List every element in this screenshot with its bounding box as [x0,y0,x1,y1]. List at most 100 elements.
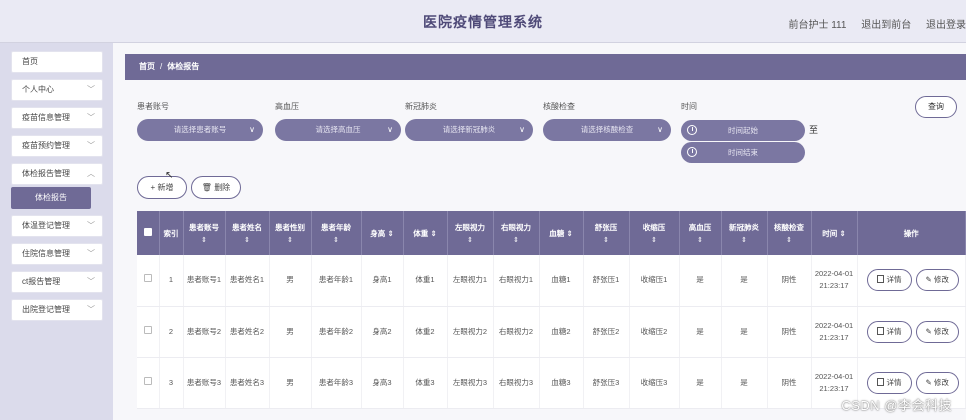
column-header[interactable]: 患者性别 ⇕ [269,211,312,255]
sidebar-item-label: 个人中心 [22,85,54,94]
cell-weight: 体重3 [403,357,448,409]
checkbox-icon [143,376,152,385]
cell-account: 患者账号1 [183,255,226,307]
cell-covid: 是 [721,306,768,358]
sidebar-item-home[interactable]: 首页 [11,51,103,73]
sort-icon[interactable]: ⇕ [770,236,809,244]
sort-icon[interactable]: ⇕ [430,229,436,238]
column-header: 索引 [159,211,184,255]
cell-right-eye: 右眼视力3 [493,357,540,409]
table-header-row: 索引 患者账号 ⇕ 患者姓名 ⇕ 患者性别 ⇕ 患者年龄 ⇕ 身高 ⇕ 体重 ⇕ 左眼视… [137,211,966,255]
breadcrumb-home[interactable]: 首页 [139,62,155,71]
row-checkbox[interactable] [137,306,160,358]
cell-diastolic: 舒张压1 [583,255,630,307]
chevron-down-icon: ﹀ [87,305,95,314]
sort-icon[interactable]: ⇕ [228,236,267,244]
column-header[interactable]: 患者账号 ⇕ [183,211,226,255]
column-header[interactable]: 右眼视力 ⇕ [493,211,540,255]
clock-icon [687,147,697,157]
edit-icon: ✎ [925,275,932,285]
chevron-down-icon: ﹀ [87,249,95,258]
select-placeholder: 请选择核酸检查 [580,125,634,134]
chevron-down-icon: ﹀ [87,221,95,230]
sort-icon[interactable]: ⇕ [839,229,845,238]
add-button[interactable]: + 新增 [137,176,187,199]
sidebar-item-discharge[interactable]: 出院登记管理 ﹀ [11,299,103,321]
edit-button[interactable]: ✎ 修改 [915,269,959,292]
sidebar-item-ct-report[interactable]: ct报告管理 ﹀ [11,271,103,293]
sidebar-item-personal-center[interactable]: 个人中心 ﹀ [11,79,103,101]
row-checkbox[interactable] [137,255,160,307]
time-end-input[interactable]: 时间结束 [681,142,805,163]
sort-icon[interactable]: ⇕ [682,236,719,244]
chevron-up-icon: ︿ [87,169,95,178]
detail-button[interactable]: 详情 [866,371,912,394]
filter-label-patient-account: 患者账号 [137,102,169,111]
cell-account: 患者账号2 [183,306,226,358]
cell-gender: 男 [269,306,312,358]
cell-weight: 体重2 [403,306,448,358]
column-header[interactable]: 收缩压 ⇕ [629,211,680,255]
cell-height: 身高1 [361,255,404,307]
logout-link[interactable]: 退出登录 [926,20,966,31]
sort-icon[interactable]: ⇕ [272,236,309,244]
nucleic-select[interactable]: 请选择核酸检查 ∨ [543,119,671,141]
cell-account: 患者账号3 [183,357,226,409]
sort-icon[interactable]: ⇕ [186,236,223,244]
delete-button-label: 删除 [214,183,231,192]
sort-icon[interactable]: ⇕ [314,236,359,244]
sidebar-item-vaccine-booking[interactable]: 疫苗预约管理 ﹀ [11,135,103,157]
cell-index: 3 [159,357,184,409]
delete-button[interactable]: 🗑 删除 [191,176,241,199]
sort-icon[interactable]: ⇕ [496,236,537,244]
row-checkbox[interactable] [137,357,160,409]
clock-icon [687,125,697,135]
sidebar-item-checkup-report[interactable]: 体检报告管理 ︿ [11,163,103,185]
breadcrumb-current: 体检报告 [167,62,200,71]
time-start-input[interactable]: 时间起始 [681,120,805,141]
covid-select[interactable]: 请选择新冠肺炎 ∨ [405,119,533,141]
sidebar-item-label: 出院登记管理 [22,305,70,314]
sort-icon[interactable]: ⇕ [566,229,572,238]
column-header[interactable]: 患者姓名 ⇕ [225,211,270,255]
column-header[interactable]: 身高 ⇕ [361,211,404,255]
sidebar-item-label: ct报告管理 [22,277,61,286]
column-header[interactable]: 新冠肺炎 ⇕ [721,211,768,255]
column-header[interactable]: 高血压 ⇕ [679,211,722,255]
sort-icon[interactable]: ⇕ [586,236,627,244]
breadcrumb: 首页 / 体检报告 [125,54,966,80]
patient-account-select[interactable]: 请选择患者账号 ∨ [137,119,263,141]
sidebar-item-inpatient[interactable]: 住院信息管理 ﹀ [11,243,103,265]
exit-front-link[interactable]: 退出到前台 [861,20,911,31]
detail-button[interactable]: 详情 [866,269,912,292]
sort-icon[interactable]: ⇕ [450,236,491,244]
table-row: 1 患者账号1 患者姓名1 男 患者年龄1 身高1 体重1 左眼视力1 右眼视力… [137,255,966,307]
column-header[interactable]: 患者年龄 ⇕ [311,211,362,255]
column-header[interactable]: 时间 ⇕ [811,211,858,255]
edit-button[interactable]: ✎ 修改 [915,371,959,394]
top-right-links: 前台护士 111 退出到前台 退出登录 [776,16,966,31]
column-header[interactable]: 舒张压 ⇕ [583,211,630,255]
cell-gender: 男 [269,255,312,307]
detail-button[interactable]: 详情 [866,320,912,343]
table-row: 2 患者账号2 患者姓名2 男 患者年龄2 身高2 体重2 左眼视力2 右眼视力… [137,306,966,358]
sort-icon[interactable]: ⇕ [632,236,677,244]
column-header[interactable]: 左眼视力 ⇕ [447,211,494,255]
query-button[interactable]: 查询 [915,96,957,118]
document-icon [876,326,884,335]
sort-icon[interactable]: ⇕ [724,236,765,244]
sidebar-item-temperature[interactable]: 体温登记管理 ﹀ [11,215,103,237]
cell-diastolic: 舒张压3 [583,357,630,409]
sidebar-subitem-checkup-report[interactable]: 体检报告 [11,187,91,209]
select-all-checkbox[interactable] [137,211,160,255]
filter-label-covid: 新冠肺炎 [405,102,437,111]
column-header[interactable]: 血糖 ⇕ [539,211,584,255]
sort-icon[interactable]: ⇕ [387,229,393,238]
hypertension-select[interactable]: 请选择高血压 ∨ [275,119,401,141]
cell-systolic: 收缩压1 [629,255,680,307]
edit-button[interactable]: ✎ 修改 [915,320,959,343]
cell-gender: 男 [269,357,312,409]
column-header[interactable]: 体重 ⇕ [403,211,448,255]
column-header[interactable]: 核酸检查 ⇕ [767,211,812,255]
sidebar-item-vaccine-info[interactable]: 疫苗信息管理 ﹀ [11,107,103,129]
